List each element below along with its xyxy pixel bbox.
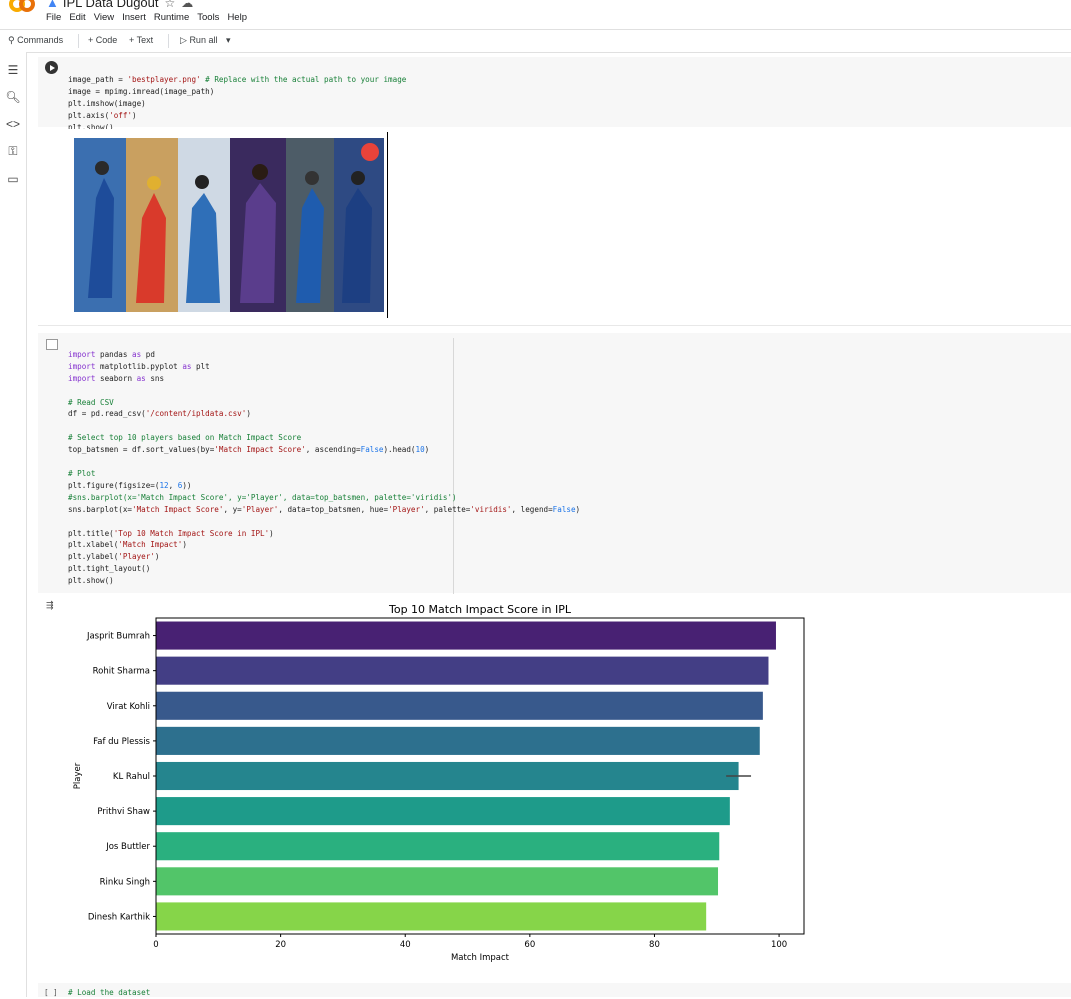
colab-logo-icon[interactable] (9, 0, 35, 14)
toolbar: ⚲ Commands + Code + Text ▷ Run all ▾ (0, 29, 1071, 53)
bar-prithvi-shaw (156, 797, 730, 826)
play-icon: ▷ (180, 35, 187, 45)
notebook-title-text[interactable]: IPL Data Dugout (63, 0, 159, 10)
code-line: top_batsmen = df.sort_values(by='Match I… (68, 445, 430, 455)
add-text-button[interactable]: + Text (129, 35, 153, 45)
menu-file[interactable]: File (46, 12, 61, 23)
y-tick-label: Prithvi Shaw (97, 807, 150, 817)
code-cell-3[interactable] (38, 983, 1071, 997)
chart-title: Top 10 Match Impact Score in IPL (388, 603, 572, 616)
menu-help[interactable]: Help (227, 12, 247, 23)
code-line: plt.tight_layout() (68, 564, 151, 574)
code-line: plt.xlabel('Match Impact') (68, 540, 187, 550)
menu-bar: File Edit View Insert Runtime Tools Help (46, 12, 255, 23)
output-toggle-icon[interactable]: ⇶ (46, 600, 60, 610)
add-code-button[interactable]: + Code (88, 35, 117, 45)
drive-icon: ▲ (46, 0, 59, 10)
y-axis-label: Player (73, 762, 83, 789)
y-tick-label: Jasprit Bumrah (86, 632, 150, 642)
code-line: plt.imshow(image) (68, 98, 146, 108)
code-cell-2-source[interactable]: import pandas as pd import matplotlib.py… (68, 337, 580, 587)
y-tick-label: Rohit Sharma (93, 667, 150, 677)
bar-dinesh-karthik (156, 902, 707, 931)
code-line: plt.axis('off') (68, 110, 137, 120)
logo-badge-icon (361, 143, 379, 161)
code-line: image_path = 'bestplayer.png' # Replace … (68, 74, 407, 84)
code-line: image = mpimg.imread(image_path) (68, 86, 215, 96)
y-tick-label: Faf du Plessis (93, 737, 150, 747)
x-tick-label: 20 (275, 940, 286, 950)
y-tick-label: KL Rahul (113, 772, 150, 782)
find-icon[interactable]: 🔍︎ (5, 89, 21, 105)
code-line: plt.title('Top 10 Match Impact Score in … (68, 528, 274, 538)
commands-button[interactable]: ⚲ Commands (8, 35, 63, 46)
menu-edit[interactable]: Edit (69, 12, 85, 23)
code-line: import seaborn as sns (68, 373, 165, 383)
commands-label: Commands (17, 35, 64, 45)
code-line: df = pd.read_csv('/content/ipldata.csv') (68, 409, 251, 419)
y-tick-label: Virat Kohli (107, 702, 150, 712)
cell-run-prompt[interactable] (46, 339, 58, 350)
x-tick-label: 80 (649, 940, 660, 950)
x-tick-label: 60 (524, 940, 535, 950)
x-axis-label: Match Impact (451, 953, 510, 963)
bar-faf-du-plessis (156, 726, 760, 755)
notebook-title[interactable]: ▲ IPL Data Dugout ☆ ☁ (46, 0, 193, 10)
menu-insert[interactable]: Insert (122, 12, 146, 23)
run-all-label: Run all (189, 35, 218, 45)
match-impact-bar-chart: Top 10 Match Impact Score in IPL Jasprit… (73, 603, 805, 963)
x-tick-label: 40 (400, 940, 411, 950)
code-line: # Select top 10 players based on Match I… (68, 433, 302, 443)
files-folder-icon[interactable]: ▭ (5, 171, 21, 187)
table-of-contents-icon[interactable]: ☰ (5, 62, 21, 78)
star-icon[interactable]: ☆ (165, 0, 176, 10)
app-header: ▲ IPL Data Dugout ☆ ☁ File Edit View Insert Run… (0, 0, 1071, 29)
x-tick-label: 100 (771, 940, 787, 950)
menu-runtime[interactable]: Runtime (154, 12, 189, 23)
cloud-icon: ☁ (181, 0, 194, 10)
bar-jos-buttler (156, 832, 720, 861)
bar-rohit-sharma (156, 656, 769, 685)
toolbar-divider (168, 34, 169, 48)
search-icon: ⚲ (8, 35, 15, 45)
code-cell-3-source[interactable]: # Load the dataset (68, 987, 150, 999)
run-all-button[interactable]: ▷ Run all (180, 35, 217, 46)
secrets-key-icon[interactable]: ⚿ (5, 143, 21, 159)
players-collage-image (74, 138, 384, 312)
y-tick-label: Rinku Singh (100, 877, 150, 887)
output-divider (387, 132, 388, 318)
code-line: plt.show() (68, 576, 114, 586)
code-line: import pandas as pd (68, 349, 155, 359)
menu-view[interactable]: View (94, 12, 114, 23)
y-tick-label: Dinesh Karthik (88, 912, 150, 922)
code-line: sns.barplot(x='Match Impact Score', y='P… (68, 504, 581, 514)
bar-jasprit-bumrah (156, 621, 776, 650)
left-sidebar: ☰ 🔍︎ <> ⚿ ▭ (0, 52, 27, 997)
code-line: plt.ylabel('Player') (68, 552, 160, 562)
menu-tools[interactable]: Tools (197, 12, 219, 23)
players-image (74, 138, 384, 312)
bar-virat-kohli (156, 691, 763, 720)
code-line: # Plot (68, 468, 96, 478)
code-line: plt.figure(figsize=(12, 6)) (68, 480, 192, 490)
y-tick-label: Jos Buttler (105, 842, 150, 852)
run-all-dropdown-icon[interactable]: ▾ (226, 35, 231, 46)
bar-kl-rahul (156, 761, 739, 791)
x-tick-label: 0 (153, 940, 158, 950)
toolbar-divider (78, 34, 79, 48)
bar-rinku-singh (156, 867, 719, 896)
code-cell-1-source[interactable]: image_path = 'bestplayer.png' # Replace … (68, 62, 406, 133)
cell-3-prompt[interactable]: [ ] (44, 987, 58, 999)
code-line: import matplotlib.pyplot as plt (68, 361, 210, 371)
code-snippets-icon[interactable]: <> (5, 116, 21, 132)
run-cell-button[interactable] (45, 61, 58, 74)
code-line: # Read CSV (68, 397, 114, 407)
code-line: #sns.barplot(x='Match Impact Score', y='… (68, 492, 457, 502)
